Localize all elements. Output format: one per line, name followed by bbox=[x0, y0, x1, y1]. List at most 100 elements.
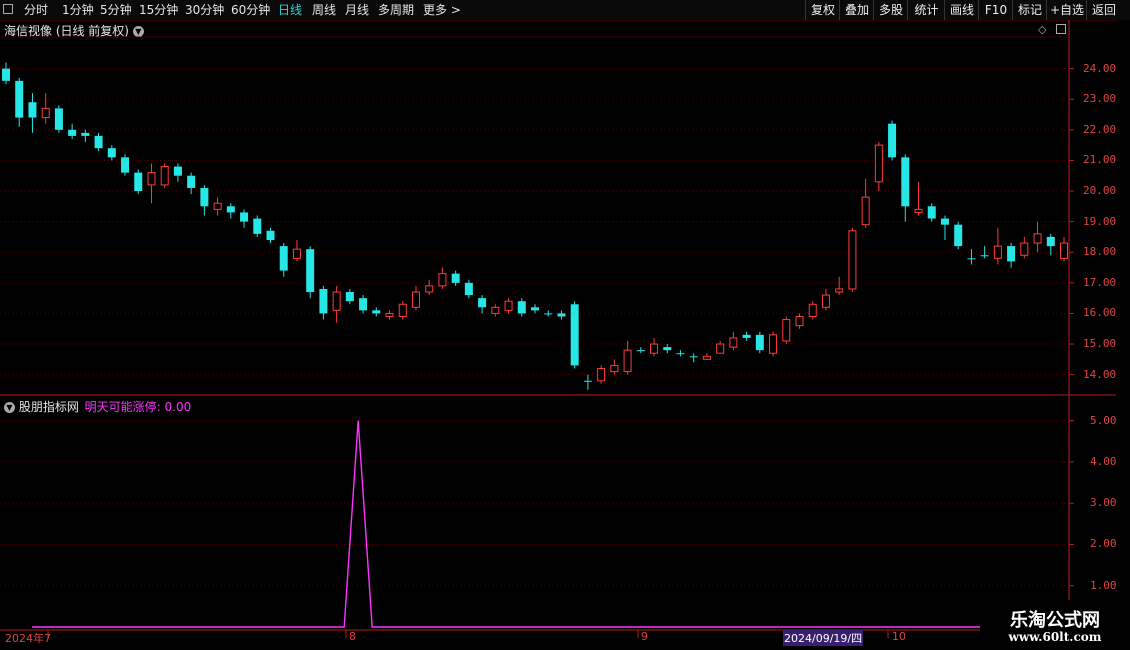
candle-body bbox=[742, 334, 751, 338]
candle-body bbox=[927, 206, 936, 219]
price-axis-label: 19.00 bbox=[1083, 214, 1117, 228]
candle bbox=[240, 209, 249, 228]
candle bbox=[610, 359, 619, 375]
candle-body bbox=[478, 298, 487, 308]
candle-body bbox=[134, 172, 143, 192]
candle-body bbox=[240, 212, 249, 222]
candle bbox=[821, 288, 830, 311]
candle-body bbox=[15, 80, 24, 118]
candle bbox=[914, 181, 923, 216]
candle-body bbox=[1007, 246, 1016, 262]
candle bbox=[15, 77, 24, 127]
candle-body bbox=[28, 102, 37, 118]
candle-body bbox=[861, 196, 870, 226]
candle bbox=[398, 301, 407, 320]
candle bbox=[200, 184, 209, 216]
candle-body bbox=[821, 294, 830, 308]
candle bbox=[1060, 236, 1068, 262]
candle-body bbox=[1060, 242, 1068, 259]
candle bbox=[345, 288, 354, 305]
candle bbox=[993, 227, 1002, 265]
indicator-axis-label: 5.00 bbox=[1090, 413, 1117, 427]
candle-body bbox=[306, 249, 315, 293]
candle-body bbox=[716, 343, 725, 354]
candle-body bbox=[914, 208, 923, 213]
candle bbox=[755, 331, 764, 354]
candle-body bbox=[782, 319, 791, 342]
candle-body bbox=[531, 307, 539, 311]
candle bbox=[1020, 236, 1029, 259]
price-axis-label: 17.00 bbox=[1083, 275, 1117, 289]
candle-body bbox=[623, 349, 632, 373]
candle bbox=[1046, 233, 1055, 256]
candle-body bbox=[769, 334, 778, 354]
candle bbox=[292, 239, 301, 262]
candle-body bbox=[702, 355, 711, 360]
candle-body bbox=[68, 129, 77, 136]
candle bbox=[107, 145, 116, 161]
cursor-date-label: 2024/09/19/四 bbox=[783, 630, 864, 646]
candle bbox=[147, 163, 156, 204]
candle-body bbox=[504, 300, 513, 311]
candle bbox=[425, 279, 434, 296]
chart-canvas bbox=[0, 20, 1116, 638]
indicator-series bbox=[32, 420, 1068, 628]
candle-body bbox=[755, 334, 764, 351]
watermark-url: www.60lt.com bbox=[1008, 630, 1102, 644]
candle-body bbox=[570, 304, 579, 366]
candle-body bbox=[729, 337, 738, 348]
candle-body bbox=[121, 157, 130, 173]
candle-body bbox=[187, 175, 196, 188]
price-axis-label: 14.00 bbox=[1083, 367, 1117, 381]
candle-body bbox=[544, 313, 553, 315]
candle bbox=[134, 169, 143, 195]
price-axis-label: 23.00 bbox=[1083, 92, 1117, 106]
candle-body bbox=[173, 166, 182, 176]
candle bbox=[597, 365, 606, 384]
candle bbox=[557, 310, 566, 320]
indicator-axis-label: 2.00 bbox=[1090, 537, 1117, 551]
candle bbox=[319, 285, 328, 320]
candle bbox=[769, 331, 778, 357]
candle-body bbox=[213, 202, 222, 210]
candle bbox=[782, 316, 791, 345]
candle-body bbox=[636, 350, 645, 352]
candle bbox=[41, 93, 50, 124]
candle-body bbox=[253, 218, 262, 234]
candle bbox=[173, 163, 182, 182]
price-axis-label: 16.00 bbox=[1083, 306, 1117, 320]
candle bbox=[689, 353, 698, 363]
candle bbox=[438, 267, 447, 289]
price-axis-label: 21.00 bbox=[1083, 153, 1117, 167]
candle-body bbox=[94, 135, 103, 149]
indicator-line bbox=[32, 420, 1068, 628]
candle-body bbox=[491, 306, 500, 314]
candle-body bbox=[888, 123, 897, 158]
candle bbox=[676, 350, 685, 357]
watermark-title: 乐淘公式网 bbox=[1010, 610, 1100, 631]
candle bbox=[954, 221, 963, 250]
candle bbox=[68, 123, 77, 139]
candle bbox=[504, 298, 513, 314]
candle-body bbox=[610, 364, 619, 373]
candle-body bbox=[2, 68, 10, 81]
candle bbox=[570, 301, 579, 369]
candle-body bbox=[663, 347, 672, 351]
candle-body bbox=[650, 343, 659, 354]
candle bbox=[636, 347, 645, 354]
candle-body bbox=[332, 291, 341, 311]
candle bbox=[848, 227, 857, 293]
candle bbox=[306, 246, 315, 299]
watermark: 乐淘公式网 www.60lt.com bbox=[980, 600, 1130, 650]
candle-body bbox=[319, 288, 328, 314]
candle-body bbox=[385, 312, 394, 317]
candle bbox=[583, 374, 592, 390]
candle-body bbox=[980, 255, 989, 257]
date-label-sep: 9 bbox=[641, 630, 648, 643]
candle-body bbox=[398, 303, 407, 317]
candle bbox=[835, 276, 844, 296]
candle bbox=[623, 340, 632, 375]
candle-body bbox=[689, 356, 698, 358]
candle bbox=[94, 132, 103, 152]
chart-grid bbox=[0, 20, 1116, 638]
